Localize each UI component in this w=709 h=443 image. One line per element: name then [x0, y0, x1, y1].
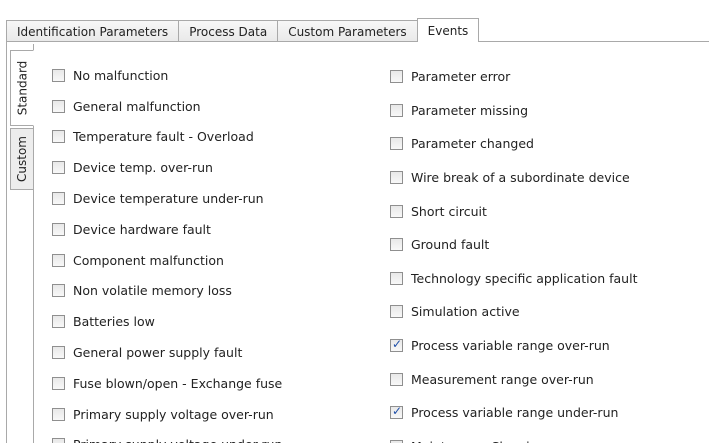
event-row-process-variable-range-under-run[interactable]: Process variable range under-run [390, 396, 637, 430]
event-row-temperature-fault-overload[interactable]: Temperature fault - Overload [52, 122, 282, 153]
event-checkbox[interactable] [52, 99, 65, 113]
event-row-simulation-active[interactable]: Simulation active [390, 295, 637, 329]
event-row-parameter-error[interactable]: Parameter error [390, 60, 637, 94]
event-row-batteries-low[interactable]: Batteries low [52, 306, 282, 337]
event-checkbox[interactable] [52, 346, 65, 360]
event-label: Process variable range under-run [411, 405, 619, 421]
event-label: Ground fault [411, 237, 490, 253]
event-checkbox[interactable] [52, 438, 65, 443]
event-label: Process variable range over-run [411, 338, 610, 354]
event-checkbox[interactable] [52, 192, 65, 206]
event-row-technology-specific-application-fault[interactable]: Technology specific application fault [390, 262, 637, 296]
event-checkbox[interactable] [390, 337, 403, 353]
event-checkbox[interactable] [52, 130, 65, 144]
event-row-non-volatile-memory-loss[interactable]: Non volatile memory loss [52, 276, 282, 307]
event-checkbox[interactable] [52, 253, 65, 267]
event-row-short-circuit[interactable]: Short circuit [390, 194, 637, 228]
event-row-primary-supply-voltage-under-run[interactable]: Primary supply voltage under-run [52, 430, 282, 443]
event-label: Simulation active [411, 304, 520, 320]
event-row-general-malfunction[interactable]: General malfunction [52, 91, 282, 122]
event-checkbox[interactable] [390, 137, 403, 151]
event-row-parameter-missing[interactable]: Parameter missing [390, 94, 637, 128]
event-row-wire-break-of-a-subordinate-device[interactable]: Wire break of a subordinate device [390, 161, 637, 195]
event-checkbox[interactable] [52, 376, 65, 390]
event-label: Short circuit [411, 203, 487, 219]
event-checkbox[interactable] [390, 171, 403, 185]
event-label: Parameter error [411, 69, 511, 85]
event-label: Maint. req. - Cleaning [411, 439, 545, 443]
event-label: Device temperature under-run [73, 191, 264, 207]
tab-process-data[interactable]: Process Data [178, 20, 279, 42]
events-window: Identification Parameters Process Data C… [0, 0, 709, 443]
tab-custom-parameters[interactable]: Custom Parameters [277, 20, 418, 42]
event-label: No malfunction [73, 67, 169, 83]
event-row-fuse-blown-open-exchange-fuse[interactable]: Fuse blown/open - Exchange fuse [52, 368, 282, 399]
event-label: Parameter changed [411, 136, 534, 152]
side-tab-standard-label: Standard [15, 60, 29, 116]
event-row-ground-fault[interactable]: Ground fault [390, 228, 637, 262]
event-label: Technology specific application fault [411, 270, 638, 286]
event-label: Primary supply voltage under-run [73, 437, 282, 443]
event-label: Device hardware fault [73, 221, 211, 237]
top-tab-bar: Identification Parameters Process Data C… [6, 18, 480, 42]
tab-events[interactable]: Events [416, 18, 480, 42]
side-tab-standard[interactable]: Standard [10, 50, 34, 126]
event-checkbox[interactable] [390, 404, 403, 420]
event-label: Parameter missing [411, 102, 529, 118]
event-checkbox[interactable] [390, 372, 403, 386]
event-checkbox[interactable] [52, 68, 65, 82]
events-list-left: No malfunction General malfunction Tempera… [52, 60, 282, 443]
event-label: Fuse blown/open - Exchange fuse [73, 375, 283, 391]
event-checkbox[interactable] [52, 161, 65, 175]
event-row-component-malfunction[interactable]: Component malfunction [52, 245, 282, 276]
events-list-right: Parameter error Parameter missing Paramete… [390, 60, 637, 443]
side-tab-custom-label: Custom [15, 136, 30, 182]
event-checkbox[interactable] [390, 103, 403, 117]
event-label: Device temp. over-run [73, 160, 213, 176]
event-row-device-hardware-fault[interactable]: Device hardware fault [52, 214, 282, 245]
event-label: Batteries low [73, 314, 155, 330]
event-checkbox[interactable] [390, 238, 403, 252]
event-label: General malfunction [73, 98, 201, 114]
event-label: Non volatile memory loss [73, 283, 232, 299]
event-label: General power supply fault [73, 345, 243, 361]
event-checkbox[interactable] [390, 305, 403, 319]
tab-identification-parameters[interactable]: Identification Parameters [6, 20, 180, 42]
event-checkbox[interactable] [390, 204, 403, 218]
event-row-device-temperature-under-run[interactable]: Device temperature under-run [52, 183, 282, 214]
event-checkbox[interactable] [52, 407, 65, 421]
event-row-device-temp-over-run[interactable]: Device temp. over-run [52, 152, 282, 183]
event-row-parameter-changed[interactable]: Parameter changed [390, 127, 637, 161]
event-label: Measurement range over-run [411, 371, 594, 387]
event-checkbox[interactable] [52, 315, 65, 329]
event-row-process-variable-range-over-run[interactable]: Process variable range over-run [390, 329, 637, 363]
event-checkbox[interactable] [390, 271, 403, 285]
event-checkbox[interactable] [390, 70, 403, 84]
event-row-no-malfunction[interactable]: No malfunction [52, 60, 282, 91]
event-row-primary-supply-voltage-over-run[interactable]: Primary supply voltage over-run [52, 399, 282, 430]
event-row-general-power-supply-fault[interactable]: General power supply fault [52, 337, 282, 368]
event-row-measurement-range-over-run[interactable]: Measurement range over-run [390, 362, 637, 396]
event-row-maint-req-cleaning[interactable]: Maint. req. - Cleaning [390, 430, 637, 443]
event-label: Temperature fault - Overload [73, 129, 254, 145]
event-label: Primary supply voltage over-run [73, 406, 274, 422]
event-label: Wire break of a subordinate device [411, 170, 630, 186]
side-tab-custom[interactable]: Custom [10, 128, 34, 190]
event-label: Component malfunction [73, 252, 224, 268]
event-checkbox[interactable] [52, 222, 65, 236]
event-checkbox[interactable] [52, 284, 65, 298]
